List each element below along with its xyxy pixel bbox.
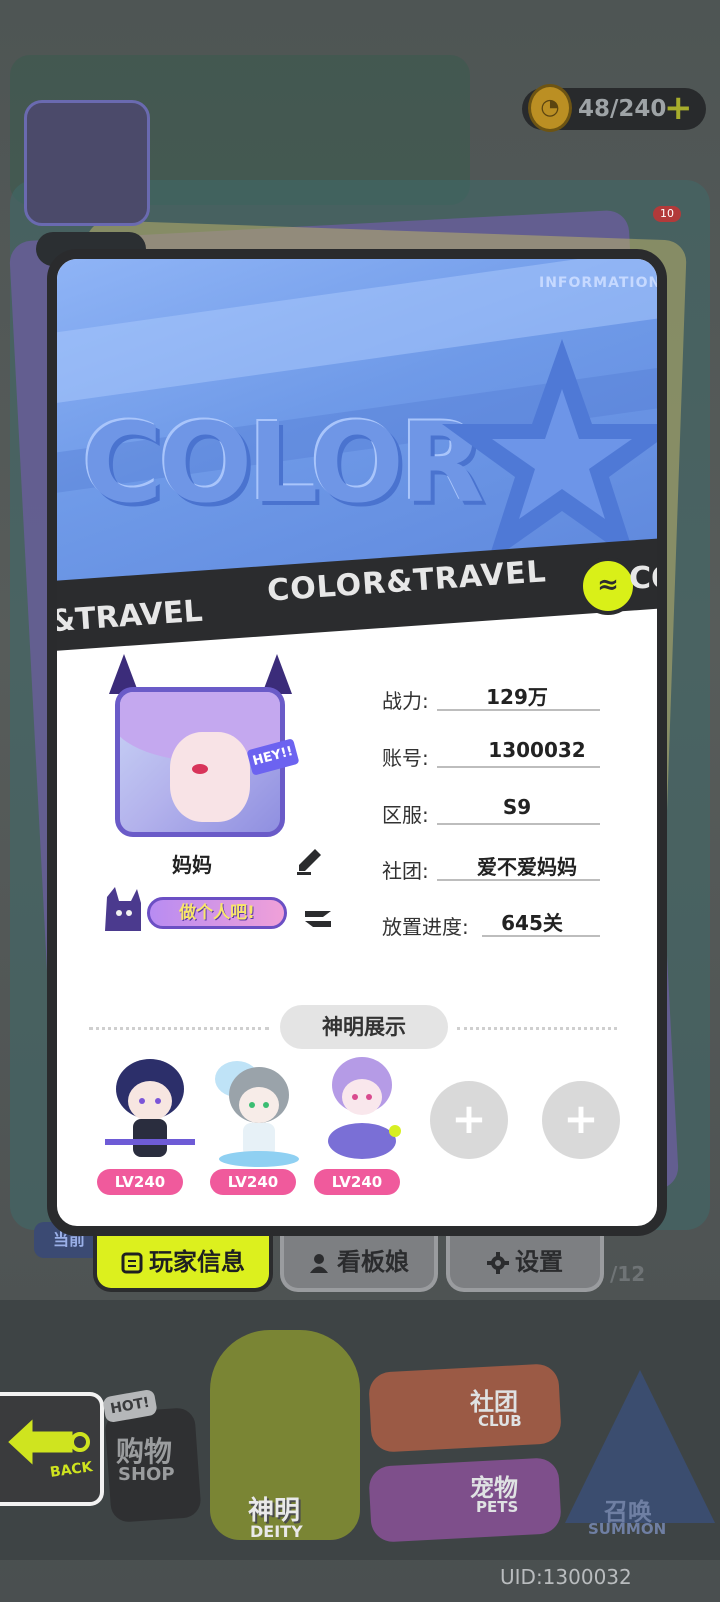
tab-settings-label: 设置 — [515, 1248, 563, 1276]
player-name: 妈妈 — [172, 853, 212, 877]
tagline-character-icon — [105, 887, 141, 931]
coin-icon: ◔ — [528, 84, 572, 132]
idle-progress-value: 645关 — [501, 911, 563, 935]
combat-power-label: 战力: — [382, 689, 429, 713]
card-banner: COLOR INFORMATION — [57, 259, 657, 589]
swap-tagline-icon[interactable] — [301, 907, 335, 931]
tab-mascot-label: 看板娘 — [337, 1248, 409, 1276]
combat-power-value: 129万 — [486, 685, 548, 709]
server-label: 区服: — [382, 803, 429, 827]
server-value: S9 — [502, 795, 532, 819]
banner-tag: INFORMATION — [539, 275, 657, 291]
background-avatar — [24, 100, 150, 226]
gear-icon — [487, 1252, 509, 1274]
tab-player-info-label: 玩家信息 — [149, 1248, 245, 1276]
shop-sublabel: SHOP — [118, 1464, 175, 1485]
add-stamina-button[interactable]: + — [664, 88, 693, 128]
tagline-badge[interactable]: 做个人吧! — [147, 897, 287, 929]
divider-left — [89, 1027, 269, 1030]
deity-level-badge-2: LV240 — [210, 1169, 296, 1195]
deity-showcase-title: 神明展示 — [280, 1005, 448, 1049]
add-deity-button-2[interactable]: + — [542, 1081, 620, 1159]
stamina-value: 48/240 — [578, 96, 667, 122]
player-info-card: COLOR INFORMATION &TRAVEL COLOR&TRAVEL ≈… — [47, 249, 667, 1236]
player-uid: UID:1300032 — [500, 1565, 632, 1589]
club-nav-sublabel: CLUB — [478, 1412, 522, 1430]
banner-logo-text: COLOR — [82, 399, 485, 527]
account-value: 1300032 — [488, 738, 586, 762]
pets-nav-button[interactable] — [368, 1457, 562, 1543]
tab-player-info[interactable]: 玩家信息 — [93, 1236, 273, 1292]
deity-nav-sublabel: DEITY — [250, 1522, 303, 1541]
info-icon — [121, 1252, 143, 1274]
add-deity-button-1[interactable]: + — [430, 1081, 508, 1159]
summon-nav-sublabel: SUMMON — [588, 1520, 667, 1538]
club-nav-button[interactable] — [368, 1363, 562, 1453]
account-label: 账号: — [382, 746, 429, 770]
deity-level-badge-3: LV240 — [314, 1169, 400, 1195]
strip-text-right: CO — [629, 561, 657, 596]
notification-count-badge: 10 — [653, 206, 681, 222]
divider-right — [457, 1027, 617, 1030]
tab-settings[interactable]: 设置 — [446, 1236, 604, 1292]
person-icon — [310, 1254, 328, 1273]
deity-level-badge-1: LV240 — [97, 1169, 183, 1195]
deity-character-1[interactable] — [95, 1049, 205, 1169]
idle-progress-label: 放置进度: — [382, 915, 469, 939]
club-value: 爱不爱妈妈 — [477, 855, 577, 879]
club-label: 社团: — [382, 859, 429, 883]
edit-name-icon[interactable] — [295, 849, 325, 875]
tab-mascot[interactable]: 看板娘 — [280, 1236, 438, 1292]
background-side-counter: /12 — [610, 1262, 646, 1286]
deity-character-3[interactable] — [307, 1049, 417, 1169]
pets-nav-sublabel: PETS — [476, 1498, 519, 1516]
deity-character-2[interactable] — [197, 1049, 307, 1169]
